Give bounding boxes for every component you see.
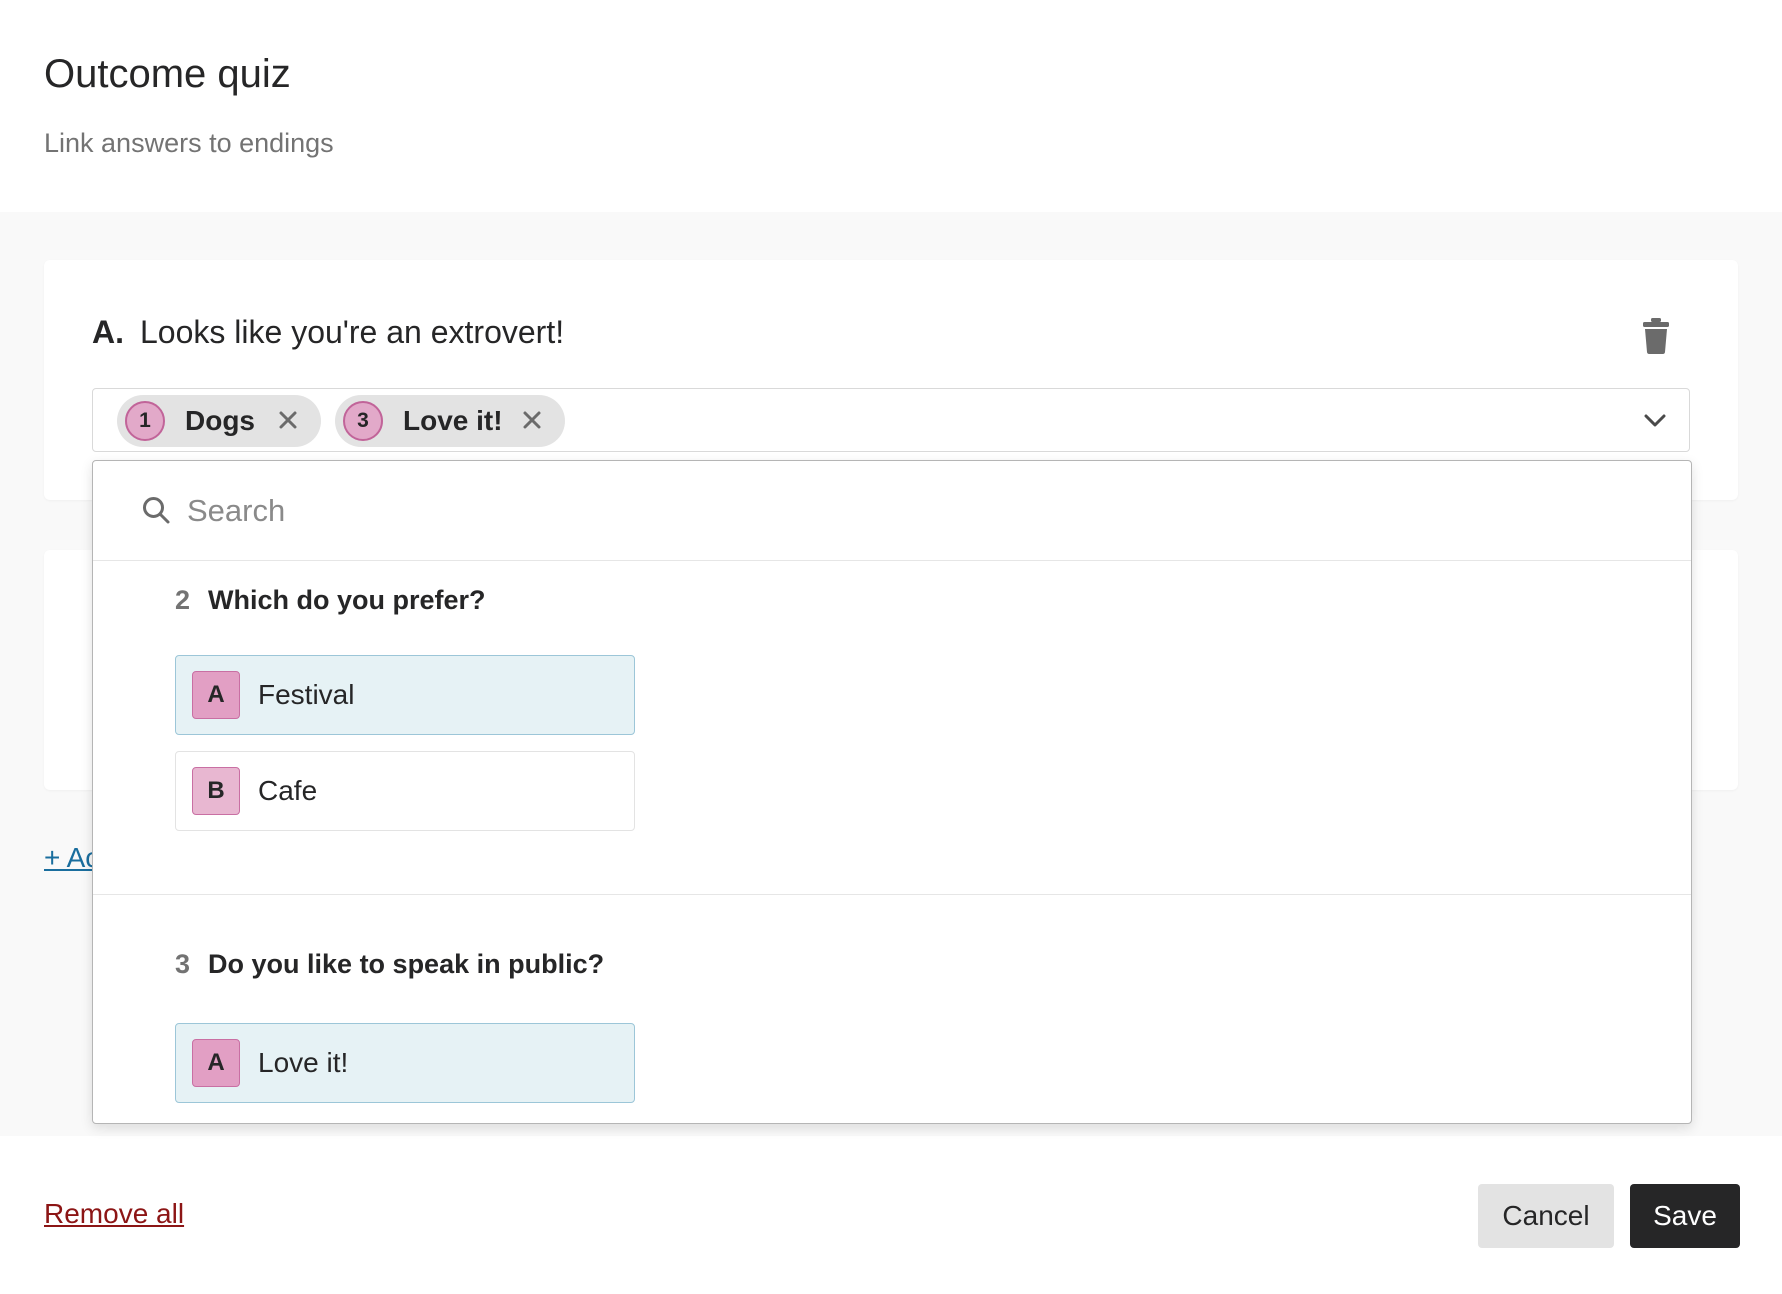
question-text: Which do you prefer? <box>208 585 486 615</box>
ending-title: A. Looks like you're an extrovert! <box>92 314 564 351</box>
option-letter: A <box>192 1039 240 1087</box>
question-number: 2 <box>175 585 191 615</box>
selected-answer-chip: 3 Love it! <box>335 395 565 447</box>
answer-option[interactable]: A Love it! <box>175 1023 635 1103</box>
search-icon <box>143 497 170 524</box>
modal-subtitle: Link answers to endings <box>44 128 334 158</box>
chip-question-number: 1 <box>125 401 165 441</box>
close-icon <box>523 411 541 429</box>
close-icon <box>279 411 297 429</box>
search-row <box>93 461 1691 561</box>
chevron-down-icon <box>1644 414 1666 427</box>
answer-option[interactable]: B Cafe <box>175 751 635 831</box>
option-letter: A <box>192 671 240 719</box>
option-letter: B <box>192 767 240 815</box>
question-group: 2 Which do you prefer? A Festival B Cafe <box>93 561 1691 895</box>
ending-letter: A. <box>92 314 124 350</box>
answers-multiselect[interactable]: 1 Dogs 3 Love it! <box>92 388 1690 452</box>
chip-label: Love it! <box>403 405 503 436</box>
question-heading: 2 Which do you prefer? <box>175 585 486 616</box>
modal-title: Outcome quiz <box>44 52 291 96</box>
option-label: Festival <box>258 679 355 710</box>
delete-ending-button[interactable] <box>1638 316 1674 356</box>
answers-dropdown-menu: 2 Which do you prefer? A Festival B Cafe… <box>92 460 1692 1124</box>
trash-icon <box>1643 318 1669 354</box>
remove-chip-button[interactable] <box>275 407 301 433</box>
chip-question-number: 3 <box>343 401 383 441</box>
question-text: Do you like to speak in public? <box>208 949 605 979</box>
outcome-quiz-modal: Outcome quiz Link answers to endings A. … <box>0 0 1782 1294</box>
selected-answer-chip: 1 Dogs <box>117 395 321 447</box>
option-label: Love it! <box>258 1047 349 1078</box>
cancel-button[interactable]: Cancel <box>1478 1184 1614 1248</box>
remove-all-link[interactable]: Remove all <box>44 1198 184 1230</box>
dropdown-toggle-button[interactable] <box>1641 407 1669 435</box>
modal-footer: Remove all Cancel Save <box>0 1136 1782 1294</box>
save-button[interactable]: Save <box>1630 1184 1740 1248</box>
modal-header: Outcome quiz Link answers to endings <box>0 0 1782 212</box>
add-ending-link[interactable]: + Ac <box>44 842 99 874</box>
remove-chip-button[interactable] <box>519 407 545 433</box>
question-heading: 3 Do you like to speak in public? <box>175 949 604 980</box>
question-number: 3 <box>175 949 191 979</box>
chip-label: Dogs <box>185 405 255 436</box>
ending-text: Looks like you're an extrovert! <box>140 314 565 350</box>
answer-option[interactable]: A Festival <box>175 655 635 735</box>
search-input[interactable] <box>187 487 1587 535</box>
question-group: 3 Do you like to speak in public? A Love… <box>93 895 1691 1123</box>
option-label: Cafe <box>258 775 318 806</box>
